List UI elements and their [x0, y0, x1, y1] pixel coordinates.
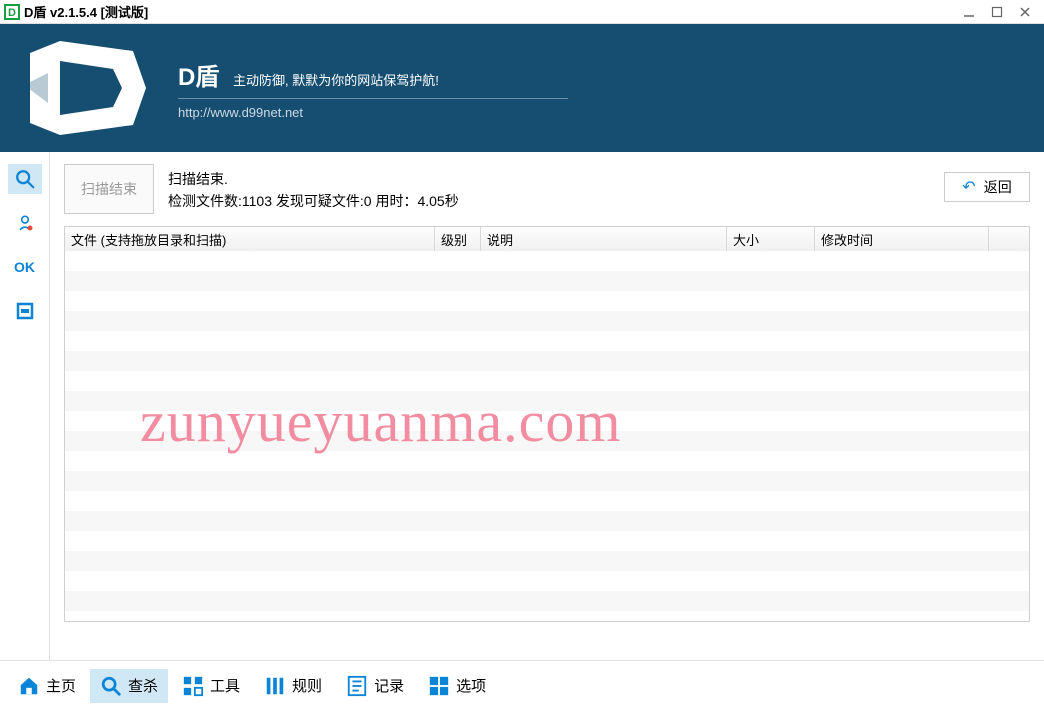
square-icon	[16, 302, 34, 320]
bottom-nav: 主页 查杀 工具 规则 记录 选项	[0, 660, 1044, 710]
return-button[interactable]: ↶ 返回	[944, 172, 1030, 202]
ok-icon: OK	[14, 259, 35, 275]
app-subtitle: 主动防御, 默默为你的网站保驾护航!	[233, 70, 439, 89]
app-name: D盾	[178, 57, 219, 92]
table-body[interactable]	[65, 251, 1029, 622]
sidebar: OK	[0, 152, 50, 660]
sidebar-threat[interactable]	[8, 208, 42, 238]
nav-home-label: 主页	[46, 675, 76, 696]
scan-detail: 检测文件数:1103 发现可疑文件:0 用时：4.05秒	[168, 190, 930, 212]
maximize-button[interactable]	[990, 5, 1004, 19]
logo	[18, 33, 148, 143]
col-size[interactable]: 大小	[727, 227, 815, 251]
nav-tools-label: 工具	[210, 675, 240, 696]
undo-icon: ↶	[962, 177, 975, 197]
banner-text: D盾 主动防御, 默默为你的网站保驾护航! http://www.d99net.…	[178, 57, 568, 120]
search-icon	[14, 168, 36, 190]
home-icon	[18, 675, 40, 697]
sidebar-ok[interactable]: OK	[8, 252, 42, 282]
main-panel: 扫描结束 扫描结束. 检测文件数:1103 发现可疑文件:0 用时：4.05秒 …	[50, 152, 1044, 660]
titlebar: D D盾 v2.1.5.4 [测试版]	[0, 0, 1044, 24]
col-spacer	[989, 227, 1029, 251]
tools-icon	[182, 675, 204, 697]
scan-bar: 扫描结束 扫描结束. 检测文件数:1103 发现可疑文件:0 用时：4.05秒 …	[64, 164, 1030, 214]
nav-options-label: 选项	[456, 675, 486, 696]
col-level[interactable]: 级别	[435, 227, 481, 251]
content-area: OK 扫描结束 扫描结束. 检测文件数:1103 发现可疑文件:0 用时：4.0…	[0, 152, 1044, 660]
nav-scan-label: 查杀	[128, 675, 158, 696]
minimize-button[interactable]	[962, 5, 976, 19]
nav-rules-label: 规则	[292, 675, 322, 696]
close-button[interactable]	[1018, 5, 1032, 19]
fingerprint-icon	[15, 213, 35, 233]
table-header: 文件 (支持拖放目录和扫描) 级别 说明 大小 修改时间	[65, 227, 1029, 251]
sidebar-square[interactable]	[8, 296, 42, 326]
nav-options[interactable]: 选项	[418, 669, 496, 703]
return-label: 返回	[984, 177, 1012, 197]
nav-home[interactable]: 主页	[8, 669, 86, 703]
header-banner: D盾 主动防御, 默默为你的网站保驾护航! http://www.d99net.…	[0, 24, 1044, 152]
col-file[interactable]: 文件 (支持拖放目录和扫描)	[65, 227, 435, 251]
nav-rules[interactable]: 规则	[254, 669, 332, 703]
app-icon: D	[4, 4, 20, 20]
scan-info: 扫描结束. 检测文件数:1103 发现可疑文件:0 用时：4.05秒	[168, 164, 930, 212]
nav-log[interactable]: 记录	[336, 669, 414, 703]
sidebar-scan[interactable]	[8, 164, 42, 194]
scan-button[interactable]: 扫描结束	[64, 164, 154, 214]
col-mtime[interactable]: 修改时间	[815, 227, 989, 251]
log-icon	[346, 675, 368, 697]
search-icon	[100, 675, 122, 697]
nav-log-label: 记录	[374, 675, 404, 696]
options-icon	[428, 675, 450, 697]
rules-icon	[264, 675, 286, 697]
nav-tools[interactable]: 工具	[172, 669, 250, 703]
banner-divider	[178, 98, 568, 99]
col-desc[interactable]: 说明	[481, 227, 727, 251]
window-title: D盾 v2.1.5.4 [测试版]	[24, 2, 962, 21]
svg-text:D: D	[8, 7, 16, 19]
app-url: http://www.d99net.net	[178, 105, 568, 120]
window-controls	[962, 5, 1040, 19]
results-table: 文件 (支持拖放目录和扫描) 级别 说明 大小 修改时间	[64, 226, 1030, 622]
scan-status: 扫描结束.	[168, 168, 930, 190]
nav-scan[interactable]: 查杀	[90, 669, 168, 703]
